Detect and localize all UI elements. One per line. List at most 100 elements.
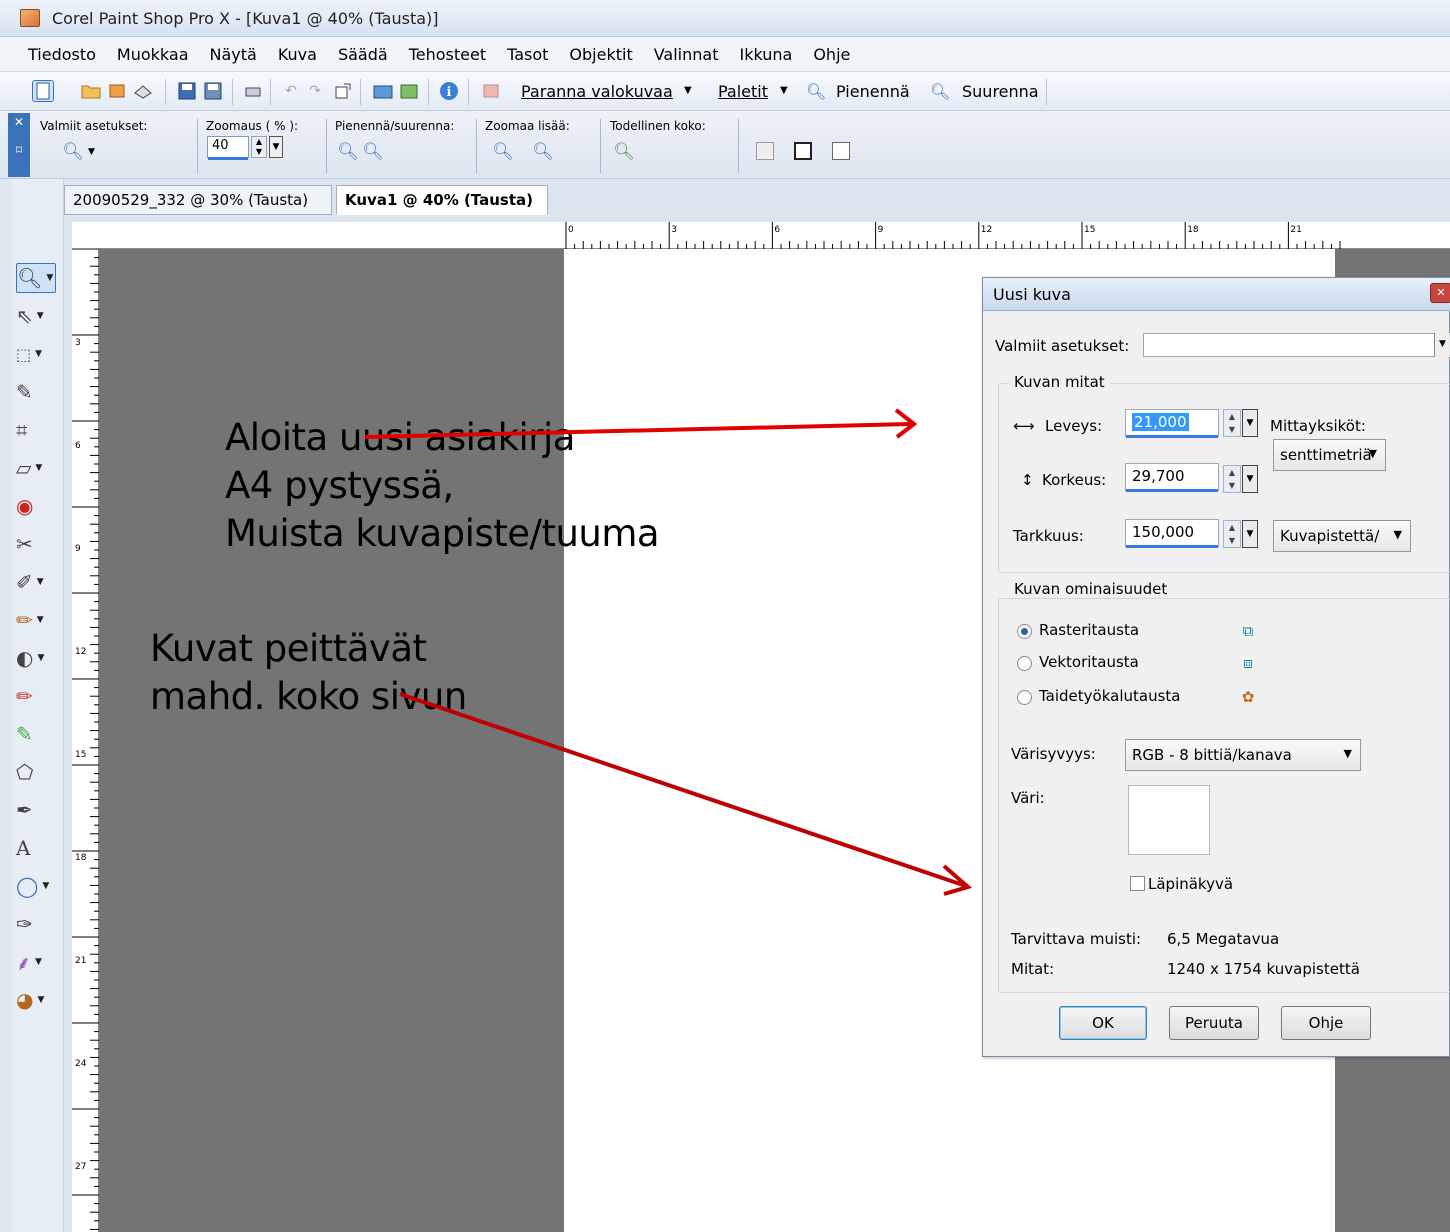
resolution-spinner[interactable]: ▲ ▼ (1223, 520, 1241, 548)
height-spinner[interactable]: ▲ ▼ (1223, 465, 1241, 493)
dodge-tool-icon[interactable]: ◐ ▼ (16, 643, 56, 673)
full-screen-icon[interactable] (832, 142, 850, 160)
raster-radio[interactable] (1017, 624, 1032, 639)
picture-tube-tool-icon[interactable]: ⬠ (16, 757, 56, 787)
dropper-tool-icon[interactable]: ✎ (16, 377, 56, 407)
preset-shape-tool-icon[interactable]: ◯ ▼ (16, 871, 56, 901)
zoom-out-small-icon[interactable]: 🔍︎ (337, 141, 359, 163)
color-depth-select[interactable]: RGB - 8 bittiä/kanava ▼ (1125, 739, 1361, 771)
menu-layers[interactable]: Tasot (507, 45, 548, 64)
menu-image[interactable]: Kuva (278, 45, 317, 64)
height-input[interactable]: 29,700 (1125, 463, 1219, 492)
menu-adjust[interactable]: Säädä (338, 45, 388, 64)
actual-size-label: Todellinen koko: (610, 119, 706, 133)
vector-pen-tool-icon[interactable]: ✑ (16, 909, 56, 939)
menu-window[interactable]: Ikkuna (739, 45, 792, 64)
resolution-input[interactable]: 150,000 (1125, 519, 1219, 548)
zoom-in-icon: 🔍︎ (930, 82, 951, 101)
photo-icon[interactable] (398, 80, 420, 102)
clone-tool-icon[interactable]: ✐ ▼ (16, 567, 56, 597)
ruler-label: 24 (75, 1059, 87, 1069)
save-as-icon[interactable] (202, 80, 224, 102)
ok-button[interactable]: OK (1059, 1006, 1147, 1040)
pen-tool-icon[interactable]: ✒ (16, 795, 56, 825)
zoom-spinner[interactable]: ▲ ▼ (251, 136, 267, 158)
resolution-units-select[interactable]: Kuvapistettä/▼ (1273, 520, 1411, 552)
palettes-dropdown-icon[interactable]: ▼ (780, 85, 788, 96)
help-button[interactable]: Ohje (1281, 1006, 1371, 1040)
scan-icon[interactable] (132, 80, 154, 102)
menu-edit[interactable]: Muokkaa (117, 45, 189, 64)
save-icon[interactable] (176, 80, 198, 102)
zoom-more-out-icon[interactable]: 🔍︎ (492, 141, 514, 163)
zoom-percent-field[interactable]: 40 (207, 136, 249, 160)
dimensions-group-title: Kuvan mitat (1009, 373, 1110, 391)
undo-icon[interactable]: ↶ (280, 80, 302, 102)
presets-select[interactable]: ▼ (1143, 333, 1450, 357)
transparent-checkbox[interactable] (1130, 876, 1145, 891)
actual-size-icon[interactable]: 🔍︎ (613, 141, 635, 163)
raster-label: Rasteritausta (1039, 621, 1140, 639)
app-icon[interactable] (20, 9, 40, 27)
vector-radio[interactable] (1017, 656, 1032, 671)
pick-tool-icon[interactable]: ⇖ ▼ (16, 301, 56, 331)
color-swatch[interactable] (1128, 785, 1210, 855)
presets-dropdown-icon[interactable]: ▼ (88, 147, 95, 157)
palette-handle[interactable]: ✕ ⌑ (8, 113, 30, 177)
width-spinner[interactable]: ▲ ▼ (1223, 409, 1241, 437)
text-tool-icon[interactable]: A (16, 833, 56, 863)
fill-tool-icon[interactable]: ✎ (16, 719, 56, 749)
ruler-label: 9 (75, 544, 81, 554)
camera-icon[interactable] (372, 80, 394, 102)
straighten-tool-icon[interactable]: ▱ ▼ (16, 453, 56, 483)
zoom-dropdown-icon[interactable]: ▼ (269, 136, 283, 158)
width-input[interactable]: 21,000 (1125, 409, 1219, 438)
paint-brush-tool-icon[interactable]: ✏ ▼ (16, 605, 56, 635)
cancel-button[interactable]: Peruuta (1169, 1006, 1259, 1040)
smudge-tool-icon[interactable]: ⸙ ▼ (16, 947, 56, 977)
resolution-dropdown-icon[interactable]: ▼ (1242, 520, 1258, 548)
open-folder-icon[interactable] (80, 80, 102, 102)
art-media-label: Taidetyökalutausta (1039, 687, 1181, 705)
presets-dropdown-icon[interactable]: ▼ (1434, 333, 1450, 357)
presets-zoom-icon[interactable]: 🔍︎ (62, 141, 84, 163)
ruler-label: 27 (75, 1162, 86, 1172)
enhance-photo-menu[interactable]: Paranna valokuvaa (521, 82, 673, 101)
resize-icon[interactable] (332, 80, 354, 102)
art-media-tool-icon[interactable]: ◕ ▼ (16, 985, 56, 1015)
menu-objects[interactable]: Objektit (569, 45, 632, 64)
zoom-tool-icon[interactable]: 🔍︎ ▼ (16, 263, 56, 293)
height-dropdown-icon[interactable]: ▼ (1242, 465, 1258, 493)
palettes-menu[interactable]: Paletit (718, 82, 768, 101)
zoom-out-button[interactable]: Pienennä (836, 82, 910, 101)
close-icon[interactable]: ✕ (1430, 283, 1450, 303)
width-dropdown-icon[interactable]: ▼ (1242, 409, 1258, 437)
fit-image-icon[interactable] (794, 142, 812, 160)
selection-tool-icon[interactable]: ⬚ ▼ (16, 339, 56, 369)
print-icon[interactable] (242, 80, 264, 102)
redo-icon[interactable]: ↷ (304, 80, 326, 102)
art-media-radio[interactable] (1017, 690, 1032, 705)
eraser-tool-icon[interactable]: ✏ (16, 681, 56, 711)
zoom-in-button[interactable]: Suurenna (962, 82, 1039, 101)
new-document-icon[interactable] (32, 80, 54, 102)
zoom-in-small-icon[interactable]: 🔍︎ (362, 141, 384, 163)
zoom-more-in-icon[interactable]: 🔍︎ (532, 141, 554, 163)
makeover-tool-icon[interactable]: ✂ (16, 529, 56, 559)
menu-selections[interactable]: Valinnat (654, 45, 719, 64)
crop-tool-icon[interactable]: ⌗ (16, 415, 56, 445)
red-eye-tool-icon[interactable]: ◉ (16, 491, 56, 521)
tab-kuva1[interactable]: Kuva1 @ 40% (Tausta) (336, 185, 548, 215)
menu-help[interactable]: Ohje (813, 45, 850, 64)
tab-20090529[interactable]: 20090529_332 @ 30% (Tausta) (64, 185, 332, 215)
fit-window-icon[interactable] (756, 142, 774, 160)
menu-view[interactable]: Näytä (210, 45, 257, 64)
units-select[interactable]: senttimetriä ▼ (1273, 439, 1386, 471)
browse-icon[interactable] (106, 80, 128, 102)
menu-file[interactable]: Tiedosto (28, 45, 96, 64)
enhance-dropdown-icon[interactable]: ▼ (684, 85, 692, 96)
enhance-photo-icon[interactable] (480, 80, 502, 102)
info-icon[interactable]: i (438, 80, 460, 102)
color-label: Väri: (1011, 789, 1045, 807)
menu-effects[interactable]: Tehosteet (409, 45, 486, 64)
